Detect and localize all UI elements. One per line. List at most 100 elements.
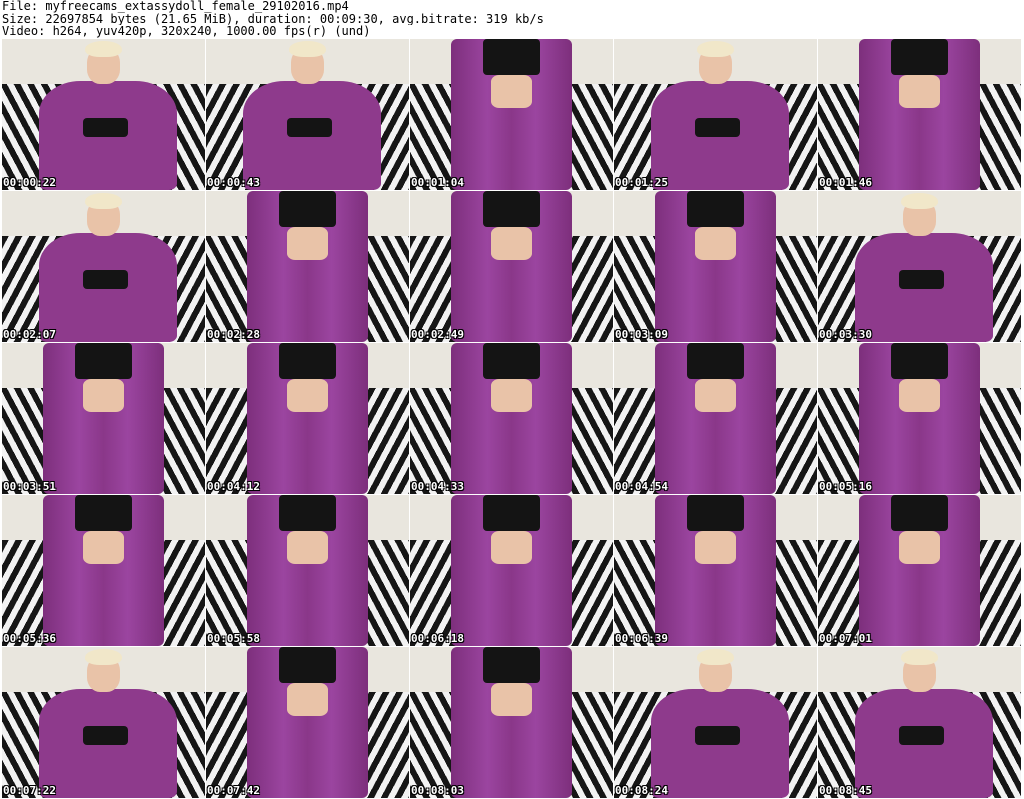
blonde-hair: [697, 40, 734, 58]
black-top: [287, 117, 332, 138]
thumbnail-timestamp: 00:00:22: [3, 176, 56, 189]
blonde-hair: [289, 40, 326, 58]
black-top: [483, 495, 540, 532]
black-top: [891, 495, 948, 532]
black-top: [483, 39, 540, 76]
file-info-header: File: myfreecams_extassydoll_female_2910…: [2, 0, 1022, 38]
file-size-line: Size: 22697854 bytes (21.65 MiB), durati…: [2, 12, 544, 25]
blonde-hair: [697, 648, 734, 666]
midriff: [695, 531, 736, 565]
video-thumbnail: 00:02:07: [2, 191, 205, 342]
thumbnail-timestamp: 00:03:30: [819, 328, 872, 341]
thumbnail-timestamp: 00:08:24: [615, 784, 668, 797]
midriff: [899, 379, 940, 413]
video-thumbnail: 00:02:28: [206, 191, 409, 342]
thumbnail-timestamp: 00:00:43: [207, 176, 260, 189]
midriff: [491, 75, 532, 109]
blonde-hair: [901, 192, 938, 210]
video-thumbnail: 00:05:58: [206, 495, 409, 646]
thumbnail-timestamp: 00:01:25: [615, 176, 668, 189]
video-thumbnail: 00:02:49: [410, 191, 613, 342]
video-thumbnail: 00:08:45: [818, 647, 1021, 798]
black-top: [695, 117, 740, 138]
black-top: [899, 269, 944, 290]
midriff: [695, 379, 736, 413]
thumbnail-timestamp: 00:05:16: [819, 480, 872, 493]
midriff: [491, 379, 532, 413]
video-thumbnail: 00:00:43: [206, 39, 409, 190]
black-top: [279, 191, 336, 228]
thumbnail-timestamp: 00:07:42: [207, 784, 260, 797]
video-thumbnail: 00:07:22: [2, 647, 205, 798]
black-top: [687, 191, 744, 228]
midriff: [491, 531, 532, 565]
black-top: [687, 343, 744, 380]
black-top: [279, 647, 336, 684]
midriff: [83, 531, 124, 565]
blonde-hair: [85, 192, 122, 210]
black-top: [279, 343, 336, 380]
video-thumbnail: 00:03:09: [614, 191, 817, 342]
black-top: [483, 343, 540, 380]
video-thumbnail: 00:04:12: [206, 343, 409, 494]
video-thumbnail: 00:04:54: [614, 343, 817, 494]
video-thumbnail: 00:04:33: [410, 343, 613, 494]
thumbnail-timestamp: 00:08:03: [411, 784, 464, 797]
black-top: [279, 495, 336, 532]
midriff: [491, 227, 532, 261]
black-top: [75, 495, 132, 532]
video-info-line: Video: h264, yuv420p, 320x240, 1000.00 f…: [2, 25, 371, 38]
thumbnail-timestamp: 00:05:58: [207, 632, 260, 645]
black-top: [899, 725, 944, 746]
midriff: [287, 683, 328, 717]
thumbnail-grid: 00:00:22 00:00:43 00:01:04 00:01:25 00:01:46…: [2, 39, 1022, 798]
midriff: [899, 75, 940, 109]
midriff: [287, 531, 328, 565]
thumbnail-timestamp: 00:04:12: [207, 480, 260, 493]
black-top: [83, 725, 128, 746]
video-thumbnail: 00:03:30: [818, 191, 1021, 342]
video-thumbnail: 00:06:18: [410, 495, 613, 646]
video-thumbnail: 00:08:03: [410, 647, 613, 798]
midriff: [83, 379, 124, 413]
video-thumbnail: 00:00:22: [2, 39, 205, 190]
midriff: [287, 379, 328, 413]
black-top: [695, 725, 740, 746]
black-top: [75, 343, 132, 380]
midriff: [287, 227, 328, 261]
file-name-line: File: myfreecams_extassydoll_female_2910…: [2, 0, 349, 13]
blonde-hair: [901, 648, 938, 666]
thumbnail-timestamp: 00:03:51: [3, 480, 56, 493]
video-thumbnail: 00:01:25: [614, 39, 817, 190]
thumbnail-timestamp: 00:02:28: [207, 328, 260, 341]
thumbnail-timestamp: 00:02:49: [411, 328, 464, 341]
midriff: [899, 531, 940, 565]
video-thumbnail: 00:01:04: [410, 39, 613, 190]
thumbnail-timestamp: 00:06:18: [411, 632, 464, 645]
black-top: [891, 39, 948, 76]
video-thumbnail: 00:05:36: [2, 495, 205, 646]
thumbnail-timestamp: 00:03:09: [615, 328, 668, 341]
video-thumbnail: 00:05:16: [818, 343, 1021, 494]
thumbnail-timestamp: 00:01:04: [411, 176, 464, 189]
video-thumbnail: 00:07:42: [206, 647, 409, 798]
video-thumbnail: 00:03:51: [2, 343, 205, 494]
thumbnail-timestamp: 00:04:54: [615, 480, 668, 493]
black-top: [891, 343, 948, 380]
video-thumbnail: 00:06:39: [614, 495, 817, 646]
thumbnail-timestamp: 00:02:07: [3, 328, 56, 341]
thumbnail-timestamp: 00:06:39: [615, 632, 668, 645]
blonde-hair: [85, 648, 122, 666]
black-top: [83, 269, 128, 290]
thumbnail-timestamp: 00:08:45: [819, 784, 872, 797]
thumbnail-timestamp: 00:07:22: [3, 784, 56, 797]
thumbnail-timestamp: 00:01:46: [819, 176, 872, 189]
black-top: [83, 117, 128, 138]
black-top: [483, 191, 540, 228]
thumbnail-timestamp: 00:04:33: [411, 480, 464, 493]
black-top: [483, 647, 540, 684]
video-thumbnail: 00:01:46: [818, 39, 1021, 190]
thumbnail-timestamp: 00:07:01: [819, 632, 872, 645]
black-top: [687, 495, 744, 532]
video-thumbnail: 00:07:01: [818, 495, 1021, 646]
